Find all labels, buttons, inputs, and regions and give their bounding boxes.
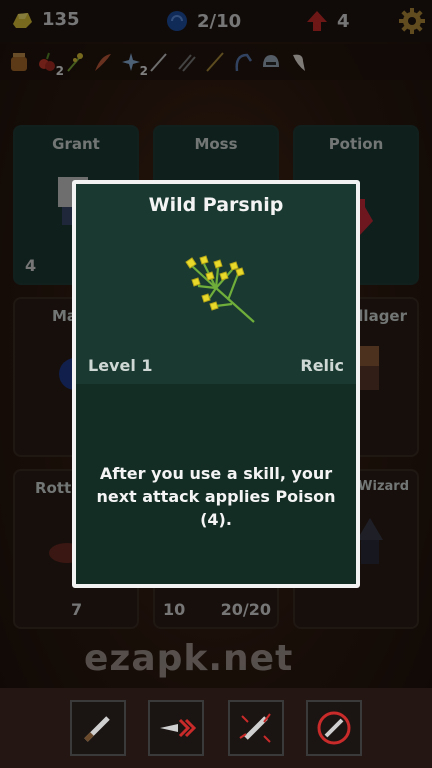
relic-type: Relic bbox=[300, 356, 344, 375]
spark-skill-icon bbox=[239, 713, 271, 743]
skill-slot-vortex[interactable] bbox=[306, 700, 362, 756]
dash-skill-icon bbox=[160, 718, 196, 738]
vortex-skill-icon bbox=[317, 711, 351, 745]
watermark: ezapk.net bbox=[84, 638, 294, 679]
skill-slot-dagger[interactable] bbox=[70, 700, 126, 756]
relic-description: After you use a skill, your next attack … bbox=[96, 464, 336, 529]
relic-level: Level 1 bbox=[88, 356, 153, 375]
skill-bar bbox=[0, 688, 432, 768]
skill-slot-spark[interactable] bbox=[228, 700, 284, 756]
relic-detail-modal[interactable]: Wild Parsnip Level 1 Relic After you use… bbox=[72, 180, 360, 588]
dagger-skill-icon bbox=[84, 716, 110, 742]
modal-title: Wild Parsnip bbox=[148, 194, 284, 216]
skill-slot-dash[interactable] bbox=[148, 700, 204, 756]
wild-parsnip-icon bbox=[185, 255, 255, 323]
